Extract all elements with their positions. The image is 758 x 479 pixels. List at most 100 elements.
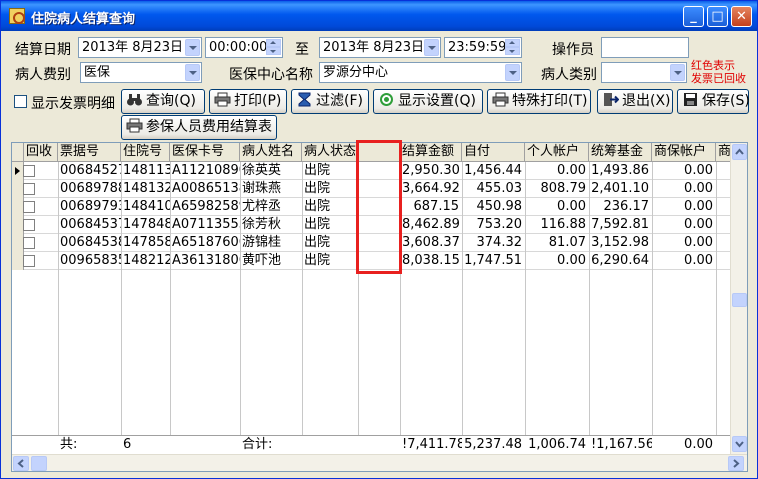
cell-settle-amount: 8,038.15 (402, 253, 460, 268)
main-window: 住院病人结算查询 _ □ ✕ 结算日期 2013年 8月23日 00:00:00… (0, 0, 758, 479)
maximize-button[interactable]: □ (707, 6, 728, 27)
scroll-down-button[interactable] (732, 436, 747, 452)
printer-icon (214, 92, 231, 107)
cell-settle-amount: 3,608.37 (402, 235, 460, 250)
recycled-note: 红色表示 发票已回收 (691, 59, 746, 85)
chevron-down-icon[interactable] (505, 64, 520, 81)
cell-patient-name: 尤梓丞 (242, 199, 282, 214)
row-recycled-checkbox[interactable] (23, 255, 35, 267)
col-header-commercial-2[interactable]: 商 (716, 143, 730, 161)
row-recycled-checkbox[interactable] (23, 237, 35, 249)
cell-pooled-fund: 1,493.86 (591, 163, 649, 178)
query-button[interactable]: 查询(Q) (121, 89, 205, 114)
cell-admission-no: 148212 (123, 253, 170, 268)
row-recycled-checkbox[interactable] (23, 219, 35, 231)
cell-admission-no: 148113 (123, 163, 170, 178)
cell-self-pay: 1,747.51 (464, 253, 522, 268)
col-header-patient-name[interactable]: 病人姓名 (240, 143, 302, 161)
cell-admission-no: 147858 (123, 235, 170, 250)
scroll-left-button[interactable] (13, 456, 29, 471)
insured-fee-report-label: 参保人员费用结算表 (146, 119, 272, 135)
time-from-spinner[interactable] (266, 39, 281, 56)
close-button[interactable]: ✕ (731, 6, 752, 27)
total-personal-account: 1,006.74 (528, 437, 586, 452)
cell-invoice-no: 00684537 (60, 217, 121, 232)
cell-admission-no: 148410 (123, 199, 170, 214)
total-label: 合计: (242, 437, 273, 452)
fee-type-select[interactable]: 医保 (80, 62, 202, 83)
scroll-thumb[interactable] (732, 293, 747, 307)
print-button[interactable]: 打印(P) (209, 89, 287, 114)
horizontal-scrollbar[interactable] (12, 454, 747, 471)
show-invoice-detail-checkbox[interactable] (14, 95, 27, 108)
cell-patient-name: 徐英英 (242, 163, 282, 178)
row-recycled-checkbox[interactable] (23, 183, 35, 195)
cell-commercial-account: 0.00 (684, 163, 713, 178)
cell-patient-status: 出院 (304, 217, 331, 232)
col-header-self-pay[interactable]: 自付 (462, 143, 525, 161)
cell-patient-status: 出院 (304, 199, 331, 214)
scroll-right-button[interactable] (728, 456, 744, 471)
col-divider (170, 162, 171, 440)
time-to-field[interactable]: 23:59:59 (444, 37, 522, 58)
cell-pooled-fund: 2,401.10 (591, 181, 649, 196)
cell-personal-account: 0.00 (557, 199, 586, 214)
filter-button[interactable]: 过滤(F) (291, 89, 369, 114)
col-header-settle-amount[interactable]: 结算金额 (400, 143, 462, 161)
chevron-down-icon[interactable] (185, 39, 200, 56)
special-print-button[interactable]: 特殊打印(T) (487, 89, 591, 114)
col-header-patient-status[interactable]: 病人状态 (302, 143, 358, 161)
time-from-field[interactable]: 00:00:00 (205, 37, 283, 58)
total-self-pay: 5,237.48 (464, 437, 522, 452)
save-button[interactable]: 保存(S) (677, 89, 750, 114)
time-to-spinner[interactable] (505, 39, 520, 56)
cell-settle-amount: 687.15 (413, 199, 460, 214)
save-label: 保存(S) (702, 93, 750, 109)
col-header-invoice-no[interactable]: 票据号 (58, 143, 121, 161)
insurance-center-select[interactable]: 罗源分中心 (319, 62, 522, 83)
operator-input[interactable] (601, 37, 689, 58)
display-settings-button[interactable]: 显示设置(Q) (373, 89, 483, 114)
chevron-down-icon[interactable] (424, 39, 439, 56)
table-footer: 共: 6 合计: !7,411.78 5,237.48 1,006.74 !1,… (12, 435, 730, 454)
patient-type-select[interactable] (601, 62, 687, 83)
cell-pooled-fund: 7,592.81 (591, 217, 649, 232)
refresh-icon (378, 92, 395, 107)
binoculars-icon (126, 92, 143, 107)
cell-patient-name: 黄吓池 (242, 253, 282, 268)
col-header-commercial-account[interactable]: 商保帐户 (652, 143, 716, 161)
minimize-button[interactable]: _ (683, 6, 704, 27)
recycled-note-line2: 发票已回收 (691, 72, 746, 85)
hscroll-thumb[interactable] (31, 456, 47, 471)
col-header-recycled[interactable]: 回收 (24, 143, 58, 161)
date-from-picker[interactable]: 2013年 8月23日 (78, 37, 202, 58)
exit-button[interactable]: 退出(X) (597, 89, 673, 114)
col-header-card-no[interactable]: 医保卡号 (170, 143, 240, 161)
cell-invoice-no: 00689788 (60, 181, 121, 196)
cell-self-pay: 455.03 (476, 181, 523, 196)
cell-personal-account: 0.00 (557, 253, 586, 268)
chevron-down-icon[interactable] (185, 64, 200, 81)
row-recycled-checkbox[interactable] (23, 165, 35, 177)
cell-card-no: A07113553 (172, 217, 240, 232)
exit-label: 退出(X) (622, 93, 671, 109)
date-to-picker[interactable]: 2013年 8月23日 (319, 37, 441, 58)
scroll-up-button[interactable] (732, 144, 747, 160)
cell-invoice-no: 00689793 (60, 199, 121, 214)
col-header-personal-account[interactable]: 个人帐户 (525, 143, 589, 161)
cell-patient-name: 游锦桂 (242, 235, 282, 250)
insured-fee-report-button[interactable]: 参保人员费用结算表 (121, 115, 277, 140)
col-divider (525, 162, 526, 440)
row-recycled-checkbox[interactable] (23, 201, 35, 213)
settle-date-label: 结算日期 (15, 42, 71, 58)
title-bar[interactable]: 住院病人结算查询 _ □ ✕ (1, 1, 757, 31)
cell-pooled-fund: 3,152.98 (591, 235, 649, 250)
col-header-pooled-fund[interactable]: 统筹基金 (589, 143, 652, 161)
cell-pooled-fund: 6,290.64 (591, 253, 649, 268)
chevron-down-icon[interactable] (670, 64, 685, 81)
col-divider (121, 162, 122, 440)
app-icon (9, 8, 25, 24)
vertical-scrollbar[interactable] (730, 143, 747, 454)
col-header-admission-no[interactable]: 住院号 (121, 143, 170, 161)
cell-patient-status: 出院 (304, 235, 331, 250)
